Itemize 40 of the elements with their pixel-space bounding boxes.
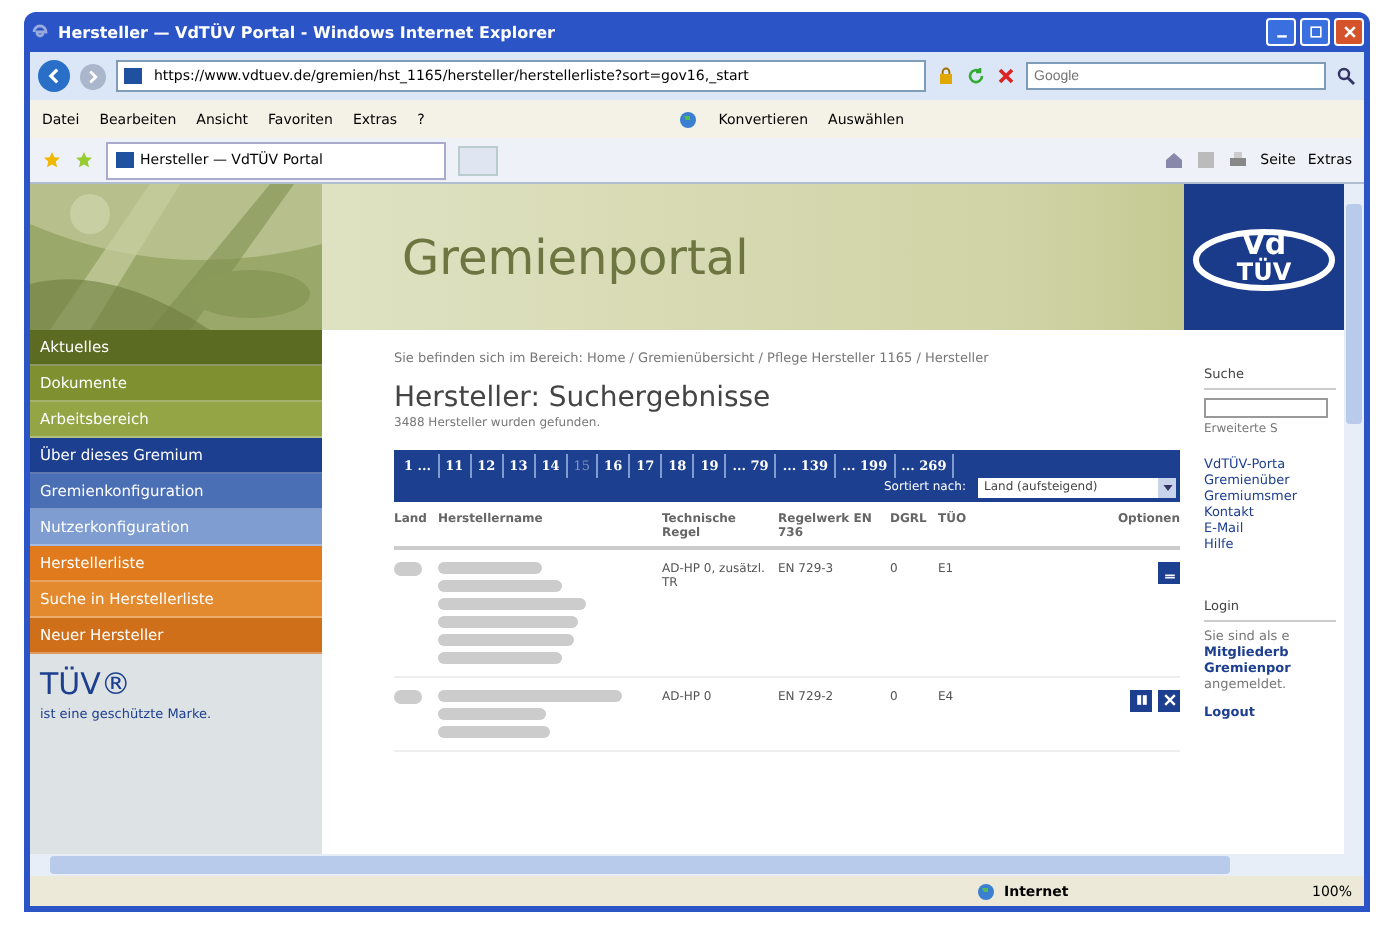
columns-icon [1133, 692, 1149, 709]
favorites-star-icon[interactable] [42, 150, 62, 170]
globe-icon [976, 881, 996, 901]
lock-icon [936, 66, 956, 86]
maximize-button[interactable] [1300, 18, 1330, 46]
browser-icon [30, 22, 50, 42]
horizontal-scrollbar[interactable] [30, 854, 1364, 876]
search-icon[interactable] [1336, 66, 1356, 86]
stop-icon[interactable] [996, 66, 1016, 86]
redacted-bar [438, 707, 546, 720]
portal-title: Gremienportal [402, 229, 751, 285]
back-button[interactable] [38, 60, 70, 92]
redacted-bar [394, 689, 422, 704]
site-search-field[interactable] [1204, 398, 1328, 418]
brand-logo: TÜV® [40, 666, 133, 702]
redacted-bar [394, 561, 422, 576]
redacted-bar [438, 725, 550, 738]
home-icon[interactable] [1164, 150, 1185, 170]
add-favorite-icon[interactable] [74, 150, 94, 170]
vertical-scrollbar[interactable] [1344, 184, 1364, 854]
forward-button[interactable] [80, 63, 106, 89]
page-heading: Hersteller: Suchergebnisse [394, 381, 773, 414]
edit-button[interactable] [1158, 561, 1180, 584]
redacted-bar [438, 561, 542, 574]
refresh-icon[interactable] [966, 66, 986, 86]
redacted-bar [438, 651, 562, 664]
close-button[interactable] [1334, 18, 1364, 46]
copy-button[interactable] [1130, 689, 1152, 712]
redacted-bar [438, 633, 574, 646]
close-icon [1161, 692, 1177, 709]
caret-icon [1161, 481, 1173, 494]
minimize-button[interactable] [1266, 18, 1296, 46]
maximize-icon [1307, 24, 1323, 40]
print-icon[interactable] [1228, 150, 1249, 170]
window-title: Hersteller — VdTÜV Portal - Windows Internet Explorer [58, 23, 557, 41]
redacted-bar [438, 615, 578, 628]
redacted-bar [438, 579, 562, 592]
globe-icon[interactable] [678, 109, 699, 129]
delete-button[interactable] [1158, 689, 1180, 712]
close-icon [1341, 24, 1357, 40]
